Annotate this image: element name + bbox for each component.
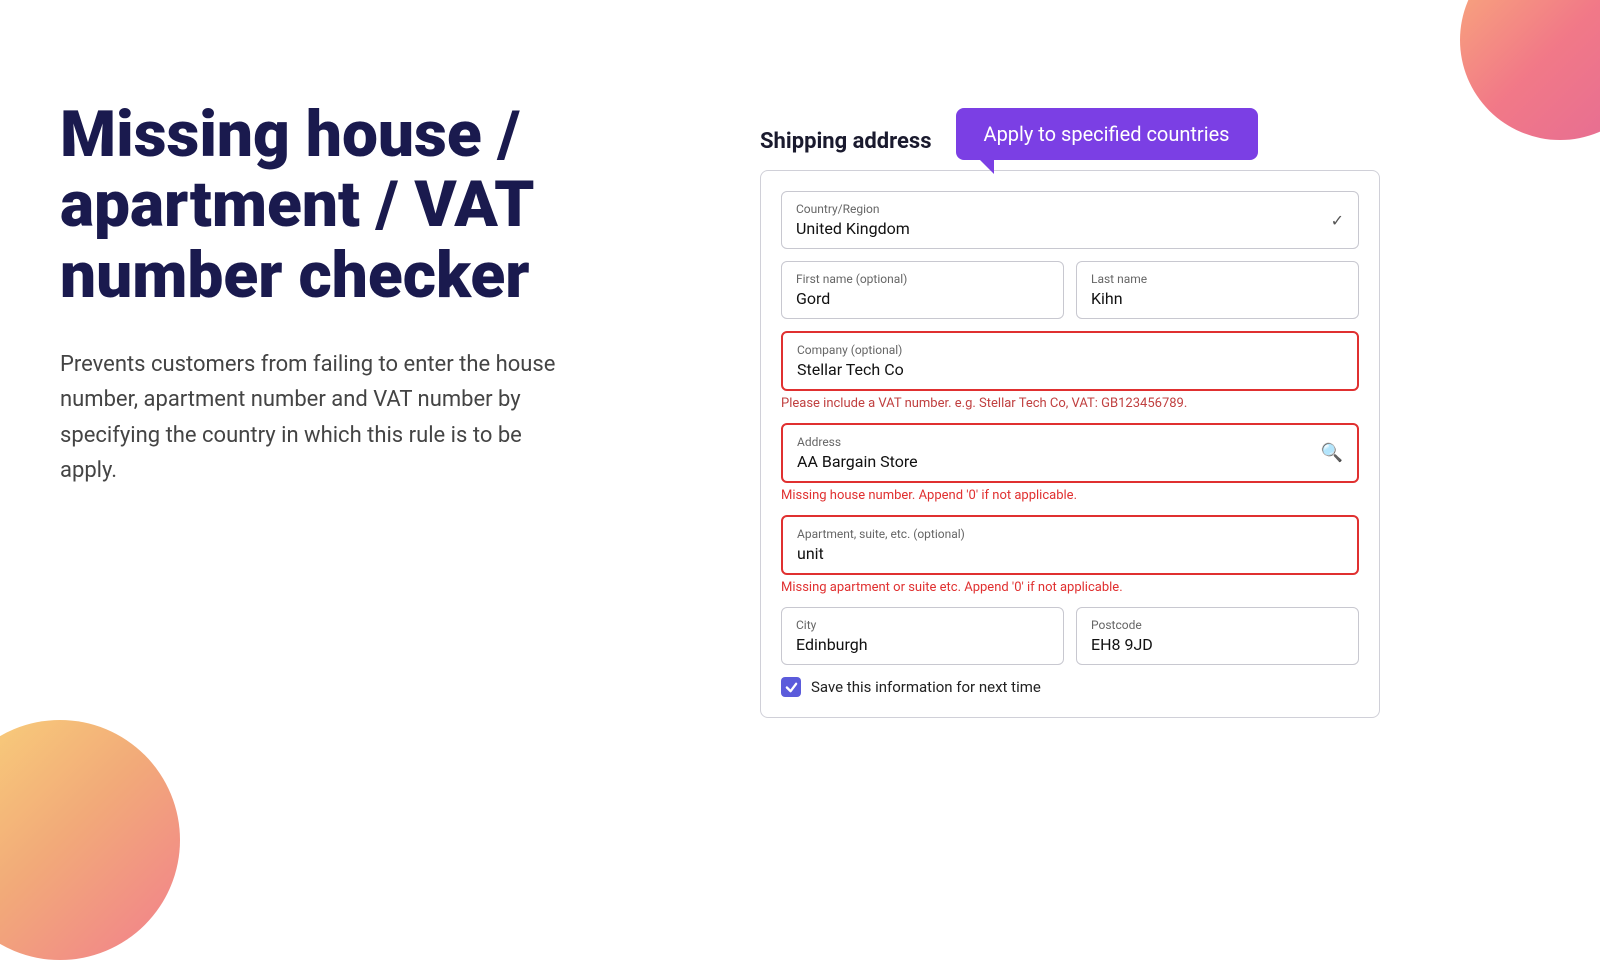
last-name-input[interactable]: Last name Kihn — [1076, 261, 1359, 319]
address-value: AA Bargain Store — [797, 452, 1343, 471]
city-label: City — [796, 618, 1049, 632]
tooltip-bubble[interactable]: Apply to specified countries — [956, 108, 1258, 160]
save-label: Save this information for next time — [811, 678, 1041, 696]
first-name-field: First name (optional) Gord — [781, 261, 1064, 319]
address-field: Address AA Bargain Store 🔍 Missing house… — [781, 423, 1359, 503]
city-input[interactable]: City Edinburgh — [781, 607, 1064, 665]
tooltip-wrapper: Shipping address Apply to specified coun… — [760, 80, 1380, 160]
shipping-form: Country/Region United Kingdom ✓ First na… — [760, 170, 1380, 718]
deco-bottom-left-circle — [0, 720, 180, 960]
company-field: Company (optional) Stellar Tech Co Pleas… — [781, 331, 1359, 411]
name-row: First name (optional) Gord Last name Kih… — [781, 261, 1359, 319]
first-name-input[interactable]: First name (optional) Gord — [781, 261, 1064, 319]
apartment-input[interactable]: Apartment, suite, etc. (optional) unit — [781, 515, 1359, 575]
address-label: Address — [797, 435, 1343, 449]
apartment-error-message: Missing apartment or suite etc. Append '… — [781, 580, 1359, 595]
page-title: Missing house / apartment / VAT number c… — [60, 100, 620, 311]
company-value: Stellar Tech Co — [797, 360, 1343, 379]
chevron-down-icon: ✓ — [1331, 211, 1344, 230]
city-value: Edinburgh — [796, 635, 1049, 654]
save-checkbox[interactable] — [781, 677, 801, 697]
save-info-row: Save this information for next time — [781, 677, 1359, 697]
right-panel: Shipping address Apply to specified coun… — [760, 80, 1380, 718]
postcode-field: Postcode EH8 9JD — [1076, 607, 1359, 665]
page-description: Prevents customers from failing to enter… — [60, 347, 580, 488]
last-name-field: Last name Kihn — [1076, 261, 1359, 319]
postcode-input[interactable]: Postcode EH8 9JD — [1076, 607, 1359, 665]
country-field: Country/Region United Kingdom ✓ — [781, 191, 1359, 249]
left-panel: Missing house / apartment / VAT number c… — [60, 100, 620, 488]
first-name-value: Gord — [796, 289, 1049, 308]
address-input[interactable]: Address AA Bargain Store 🔍 — [781, 423, 1359, 483]
country-value: United Kingdom — [796, 219, 910, 238]
last-name-label: Last name — [1091, 272, 1344, 286]
country-label: Country/Region — [796, 202, 910, 216]
country-select[interactable]: Country/Region United Kingdom ✓ — [781, 191, 1359, 249]
search-icon: 🔍 — [1321, 443, 1343, 464]
postcode-label: Postcode — [1091, 618, 1344, 632]
apartment-label: Apartment, suite, etc. (optional) — [797, 527, 1343, 541]
apartment-value: unit — [797, 544, 1343, 563]
postcode-value: EH8 9JD — [1091, 635, 1344, 654]
company-label: Company (optional) — [797, 343, 1343, 357]
tooltip-label: Apply to specified countries — [984, 122, 1230, 146]
deco-top-right-circle — [1460, 0, 1600, 140]
checkmark-icon — [785, 681, 798, 694]
first-name-label: First name (optional) — [796, 272, 1049, 286]
address-error-message: Missing house number. Append '0' if not … — [781, 488, 1359, 503]
company-input[interactable]: Company (optional) Stellar Tech Co — [781, 331, 1359, 391]
section-title: Shipping address — [760, 129, 932, 160]
city-field: City Edinburgh — [781, 607, 1064, 665]
apartment-field: Apartment, suite, etc. (optional) unit M… — [781, 515, 1359, 595]
vat-error-message: Please include a VAT number. e.g. Stella… — [781, 396, 1359, 411]
city-postcode-row: City Edinburgh Postcode EH8 9JD — [781, 607, 1359, 665]
last-name-value: Kihn — [1091, 289, 1344, 308]
